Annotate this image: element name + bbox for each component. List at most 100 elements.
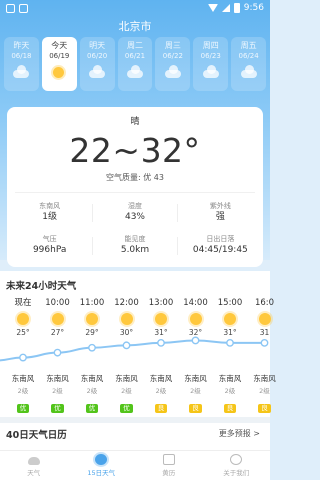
cloud-icon — [164, 65, 182, 80]
hour-wind: 东南风 — [80, 374, 104, 383]
day-tab-6[interactable]: 周五 06/24 — [231, 37, 267, 91]
day-tab-2[interactable]: 明天 06/20 — [79, 37, 115, 91]
more-forecast-link[interactable]: 更多预报 > — [219, 428, 260, 439]
day-date: 06/20 — [87, 52, 108, 60]
hour-aqi-badge: 良 — [258, 404, 271, 413]
city-title[interactable]: 北京市 — [0, 18, 270, 34]
hour-wind-level: 2级 — [121, 387, 132, 395]
sun-icon — [50, 66, 68, 80]
nav-tab-0[interactable]: 天气 — [0, 451, 68, 480]
nav-label: 天气 — [27, 469, 41, 477]
weather-condition: 晴 — [130, 117, 140, 127]
day-weekday: 周四 — [202, 41, 219, 50]
cloud-icon — [88, 65, 106, 80]
day-date: 06/24 — [238, 52, 259, 60]
hour-wind: 东南风 — [253, 374, 276, 383]
hour-aqi-badge: 优 — [120, 404, 133, 413]
day-date: 06/21 — [124, 52, 146, 60]
bottom-navigation: 天气 15日天气 黄历 关于我们 — [0, 450, 270, 480]
hour-wind: 东南风 — [218, 374, 242, 383]
day-weekday: 昨天 — [13, 41, 30, 50]
day-tab-0[interactable]: 昨天 06/18 — [4, 37, 39, 91]
temp-point — [88, 343, 96, 352]
day-weekday: 周三 — [164, 41, 181, 50]
hour-wind: 东南风 — [115, 374, 138, 383]
hour-time: 14:00 — [183, 298, 208, 308]
temp-point — [53, 348, 62, 357]
day-date: 06/19 — [49, 52, 70, 60]
metric-label: 气压 — [42, 235, 57, 243]
nav-label: 黄历 — [162, 469, 176, 477]
signal-icon — [221, 4, 230, 12]
day-strip: 昨天 06/18 今天 06/19 明天 06/20 周二 06/21 周三 06/22 周四 06/… — [4, 37, 267, 93]
metrics-grid: 东南风 1级 湿度 43% 紫外线 强 气压 996hPa 能见度 5.0km … — [7, 201, 263, 257]
battery-icon — [233, 3, 240, 13]
temp-point — [191, 336, 200, 345]
hour-time: 16:0 — [254, 298, 275, 308]
temperature-range: 22~32° — [69, 131, 201, 170]
nav-tab-1[interactable]: 15日天气 — [68, 451, 136, 480]
metric-label: 东南风 — [39, 202, 61, 210]
temp-point — [226, 338, 234, 347]
temp-curve-line — [0, 339, 265, 362]
nav-label: 关于我们 — [223, 469, 250, 477]
metric-value: 43% — [124, 212, 145, 222]
hourly-title: 未来24小时天气 — [6, 281, 77, 292]
hour-aqi-badge: 良 — [154, 404, 168, 413]
metric-pressure: 气压 996hPa — [7, 234, 92, 257]
cloud-icon — [126, 65, 144, 80]
nav-tab-3[interactable]: 关于我们 — [203, 451, 271, 480]
sun-icon — [95, 454, 108, 465]
metric-label: 湿度 — [127, 202, 142, 210]
temp-point — [122, 341, 131, 350]
air-quality: 空气质量: 优 43 — [106, 173, 164, 182]
hour-wind: 东南风 — [46, 374, 69, 383]
sun-icon — [86, 313, 98, 325]
hour-wind-level: 2级 — [86, 387, 98, 395]
metric-value: 5.0km — [120, 245, 150, 255]
sun-icon — [224, 313, 236, 325]
day-tab-5[interactable]: 周四 06/23 — [193, 37, 229, 91]
nav-tab-2[interactable]: 黄历 — [135, 451, 203, 480]
metric-label: 日出日落 — [206, 235, 235, 243]
hour-wind-level: 2级 — [259, 387, 270, 395]
cloud-icon — [12, 65, 30, 80]
temp-point — [19, 353, 27, 362]
status-bar: 9:56 — [0, 0, 270, 16]
hour-aqi-badge: 优 — [85, 404, 99, 413]
hour-time: 12:00 — [114, 298, 139, 308]
metric-uv: 紫外线 强 — [178, 201, 263, 224]
sun-icon — [189, 313, 202, 325]
hour-time: 15:00 — [217, 298, 243, 308]
day-tab-1[interactable]: 今天 06/19 — [41, 37, 77, 91]
today-card: 晴 22~32° 空气质量: 优 43 东南风 1级 湿度 43% 紫外线 强 … — [7, 107, 263, 267]
day-tab-3[interactable]: 周二 06/21 — [117, 37, 153, 91]
status-left — [6, 3, 28, 13]
metric-label: 能见度 — [124, 235, 146, 243]
divider — [15, 192, 255, 193]
hour-aqi-badge: 良 — [223, 404, 237, 413]
temp-point — [157, 338, 165, 347]
nav-label: 15日天气 — [87, 469, 116, 477]
day-tab-4[interactable]: 周三 06/22 — [155, 37, 191, 91]
cloud-icon — [27, 457, 40, 465]
hour-wind-level: 2级 — [155, 387, 167, 395]
hour-time: 11:00 — [79, 298, 105, 308]
notification-icon — [6, 3, 15, 13]
cloud-icon — [202, 65, 220, 80]
metric-visibility: 能见度 5.0km — [92, 234, 178, 257]
app-notification-icon — [19, 3, 28, 13]
status-time: 9:56 — [243, 3, 264, 13]
cloud-icon — [240, 65, 258, 80]
day-date: 06/23 — [200, 52, 221, 60]
forty-day-section: 40日天气日历 更多预报 > — [0, 417, 270, 456]
day-date: 06/18 — [11, 52, 32, 60]
temperature-curve — [0, 336, 269, 362]
forty-day-title: 40日天气日历 — [6, 430, 67, 441]
metric-value: 996hPa — [32, 245, 67, 255]
metric-label: 紫外线 — [209, 202, 231, 210]
metric-wind: 东南风 1级 — [7, 201, 92, 224]
calendar-icon — [162, 454, 175, 465]
hour-wind: 东南风 — [149, 374, 173, 383]
info-icon — [230, 454, 243, 465]
